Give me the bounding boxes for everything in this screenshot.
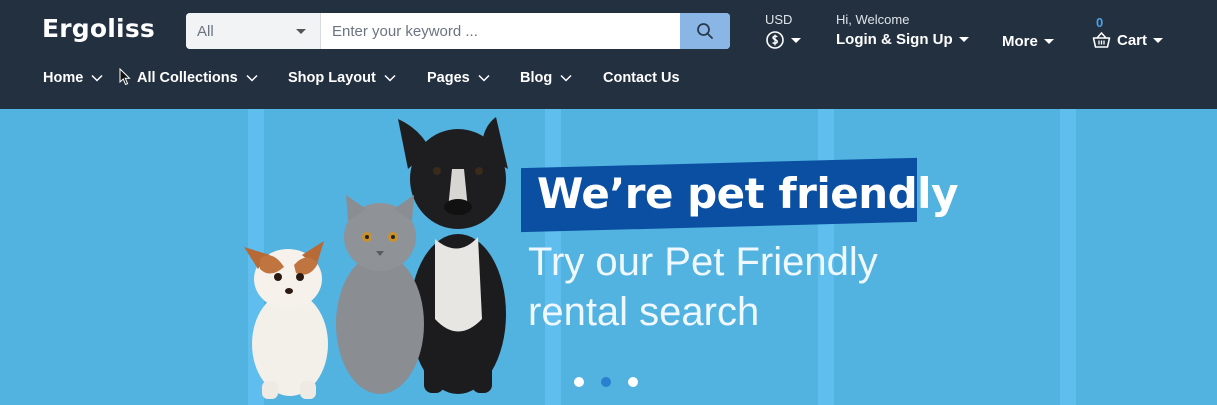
pets-image bbox=[244, 117, 508, 399]
cart-count-badge: 0 bbox=[1096, 15, 1104, 30]
cart-label: Cart bbox=[1117, 31, 1148, 49]
search-button[interactable] bbox=[680, 13, 730, 49]
caret-down-icon bbox=[791, 37, 801, 43]
dollar-coin-icon bbox=[766, 31, 784, 49]
nav-item-label: Home bbox=[43, 70, 84, 86]
nav-item-label: Shop Layout bbox=[288, 70, 376, 86]
chevron-down-icon bbox=[384, 74, 396, 82]
nav-item-label: All Collections bbox=[137, 70, 238, 86]
chevron-down-icon bbox=[91, 74, 103, 82]
slider-pagination bbox=[574, 377, 638, 387]
chevron-down-icon bbox=[478, 74, 490, 82]
currency-label: USD bbox=[765, 12, 793, 27]
background-stripe bbox=[1060, 109, 1076, 405]
nav-item-pages[interactable]: Pages bbox=[427, 70, 490, 86]
more-label: More bbox=[1002, 33, 1038, 50]
site-logo[interactable]: Ergoliss bbox=[42, 14, 155, 43]
more-menu[interactable]: More bbox=[1002, 33, 1054, 50]
banner-subtitle: Try our Pet Friendly rental search bbox=[528, 237, 878, 337]
search-icon bbox=[697, 23, 713, 39]
main-nav: Home All Collections Shop Layout Pages B… bbox=[0, 66, 1217, 96]
nav-item-blog[interactable]: Blog bbox=[520, 70, 572, 86]
banner-subtitle-line-1: Try our Pet Friendly bbox=[528, 240, 878, 284]
slider-dot-1[interactable] bbox=[574, 377, 584, 387]
chevron-down-icon bbox=[246, 74, 258, 82]
hero-banner[interactable]: We’re pet friendly Try our Pet Friendly … bbox=[0, 109, 1217, 405]
banner-headline: We’re pet friendly bbox=[537, 169, 958, 218]
currency-selector[interactable]: USD bbox=[765, 12, 801, 50]
banner-subtitle-line-2: rental search bbox=[528, 290, 760, 334]
account-greeting: Hi, Welcome bbox=[836, 12, 910, 27]
search-input[interactable] bbox=[321, 13, 680, 49]
search-bar: All bbox=[186, 13, 730, 49]
login-signup-link[interactable]: Login & Sign Up bbox=[836, 31, 953, 48]
nav-item-all-collections[interactable]: All Collections bbox=[137, 70, 258, 86]
mouse-cursor-icon bbox=[119, 68, 131, 86]
caret-down-icon bbox=[296, 28, 306, 34]
nav-item-label: Blog bbox=[520, 70, 553, 86]
nav-item-label: Pages bbox=[427, 70, 470, 86]
basket-icon bbox=[1092, 31, 1111, 48]
slider-dot-3[interactable] bbox=[628, 377, 638, 387]
slider-dot-2[interactable] bbox=[601, 377, 611, 387]
nav-item-contact-us[interactable]: Contact Us bbox=[603, 70, 680, 86]
account-menu[interactable]: Hi, Welcome Login & Sign Up bbox=[836, 12, 969, 48]
nav-item-shop-layout[interactable]: Shop Layout bbox=[288, 70, 396, 86]
search-category-label: All bbox=[197, 22, 214, 40]
caret-down-icon bbox=[1043, 39, 1054, 44]
site-header: Ergoliss All USD Hi, Welcome Login bbox=[0, 0, 1217, 109]
nav-item-label: Contact Us bbox=[603, 70, 680, 86]
chevron-down-icon bbox=[560, 74, 572, 82]
caret-down-icon bbox=[958, 37, 969, 42]
search-category-select[interactable]: All bbox=[186, 13, 321, 49]
cart-button[interactable]: 0 Cart bbox=[1092, 15, 1164, 49]
caret-down-icon bbox=[1153, 37, 1164, 43]
nav-item-home[interactable]: Home bbox=[43, 70, 103, 86]
